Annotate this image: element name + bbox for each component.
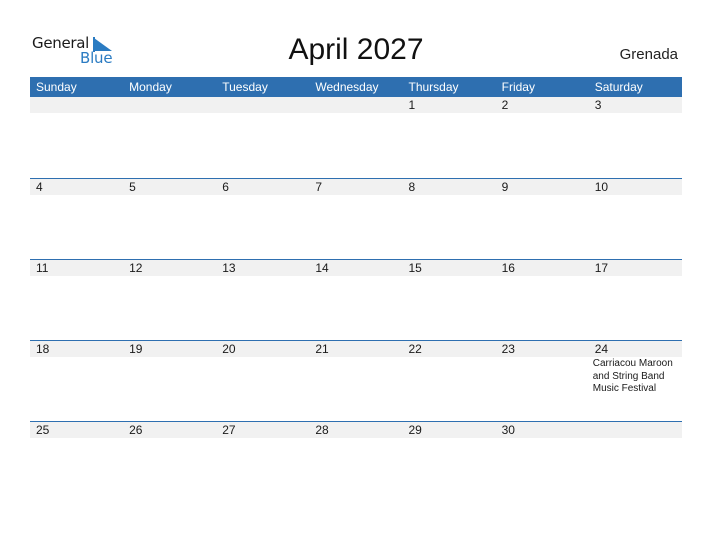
day-number: 5 bbox=[129, 180, 136, 194]
weekday-wednesday: Wednesday bbox=[315, 80, 379, 94]
day-number: 17 bbox=[594, 261, 609, 275]
day-events bbox=[216, 438, 309, 439]
day-number: 9 bbox=[501, 180, 509, 194]
day-events bbox=[309, 357, 402, 396]
day-number: 14 bbox=[315, 261, 329, 275]
day-events bbox=[216, 113, 309, 114]
day-number: 8 bbox=[408, 180, 416, 194]
event-area bbox=[30, 276, 682, 277]
day-number-strip: 18 19 20 21 22 23 24 bbox=[30, 341, 682, 357]
week-row-1: 1 2 3 bbox=[30, 97, 682, 178]
day-events bbox=[123, 438, 216, 439]
day-events bbox=[496, 195, 589, 196]
day-number-strip: 25 26 27 28 29 30 bbox=[30, 422, 682, 438]
day-number: 11 bbox=[36, 261, 49, 275]
day-events bbox=[496, 438, 589, 439]
day-events bbox=[30, 113, 123, 114]
weekday-sunday: Sunday bbox=[36, 80, 77, 94]
day-number: 20 bbox=[222, 342, 236, 356]
day-events bbox=[403, 195, 496, 196]
day-number: 25 bbox=[36, 423, 50, 437]
day-events bbox=[309, 276, 402, 277]
day-number: 4 bbox=[36, 180, 43, 194]
day-number: 19 bbox=[129, 342, 143, 356]
day-events bbox=[30, 195, 123, 196]
day-events bbox=[309, 113, 402, 114]
day-events bbox=[403, 357, 496, 396]
day-number: 21 bbox=[315, 342, 329, 356]
day-number: 16 bbox=[501, 261, 515, 275]
day-number: 30 bbox=[501, 423, 515, 437]
week-row-4: 18 19 20 21 22 23 24 Carriacou Maroon an… bbox=[30, 340, 682, 421]
day-number: 27 bbox=[222, 423, 236, 437]
holiday-event: Carriacou Maroon and String Band Music F… bbox=[592, 358, 673, 394]
day-events bbox=[30, 438, 123, 439]
day-events bbox=[216, 195, 309, 196]
day-events bbox=[496, 113, 589, 114]
day-number bbox=[30, 97, 123, 113]
day-number: 28 bbox=[315, 423, 329, 437]
day-events bbox=[403, 276, 496, 277]
day-events bbox=[30, 357, 123, 396]
day-number: 15 bbox=[408, 261, 422, 275]
day-events bbox=[216, 276, 309, 277]
event-area bbox=[30, 195, 682, 196]
weekday-thursday: Thursday bbox=[408, 80, 459, 94]
event-area: Carriacou Maroon and String Band Music F… bbox=[30, 357, 682, 396]
page-title: April 2027 bbox=[288, 33, 424, 66]
day-number: 7 bbox=[315, 180, 323, 194]
day-events bbox=[309, 195, 402, 196]
day-number bbox=[309, 97, 402, 113]
day-events bbox=[496, 357, 589, 396]
day-events bbox=[309, 438, 402, 439]
week-row-5: 25 26 27 28 29 30 bbox=[30, 421, 682, 502]
day-events bbox=[589, 113, 682, 114]
day-events bbox=[589, 195, 682, 196]
day-number bbox=[589, 422, 682, 438]
event-area bbox=[30, 438, 682, 439]
day-number: 2 bbox=[501, 98, 509, 112]
day-events bbox=[589, 276, 682, 277]
day-number: 10 bbox=[594, 180, 609, 194]
day-number: 12 bbox=[129, 261, 143, 275]
day-number-strip: 11 12 13 14 15 16 17 bbox=[30, 260, 682, 276]
weekday-friday: Friday bbox=[501, 80, 535, 94]
day-number: 23 bbox=[501, 342, 515, 356]
weekday-monday: Monday bbox=[129, 80, 172, 94]
day-number: 26 bbox=[129, 423, 143, 437]
event-area bbox=[30, 113, 682, 114]
day-events bbox=[123, 113, 216, 114]
day-number bbox=[216, 97, 309, 113]
day-events bbox=[496, 276, 589, 277]
country-label: Grenada bbox=[619, 46, 678, 63]
day-number: 13 bbox=[222, 261, 236, 275]
day-events bbox=[123, 276, 216, 277]
day-number bbox=[123, 97, 216, 113]
day-number-strip: 1 2 3 bbox=[30, 97, 682, 113]
calendar-grid: Sunday Monday Tuesday Wednesday Thursday… bbox=[30, 77, 682, 502]
weekday-tuesday: Tuesday bbox=[222, 80, 268, 94]
day-events bbox=[403, 113, 496, 114]
day-number: 6 bbox=[222, 180, 229, 194]
day-events bbox=[216, 357, 309, 396]
weekday-saturday: Saturday bbox=[594, 80, 643, 94]
day-number: 18 bbox=[36, 342, 50, 356]
day-events bbox=[589, 438, 682, 439]
day-number: 24 bbox=[594, 342, 609, 356]
weekday-header: Sunday Monday Tuesday Wednesday Thursday… bbox=[30, 77, 682, 97]
day-events bbox=[123, 195, 216, 196]
day-number: 22 bbox=[408, 342, 422, 356]
day-number: 29 bbox=[408, 423, 422, 437]
week-row-3: 11 12 13 14 15 16 17 bbox=[30, 259, 682, 340]
day-events bbox=[403, 438, 496, 439]
day-number: 3 bbox=[594, 98, 602, 112]
day-events bbox=[123, 357, 216, 396]
day-events bbox=[30, 276, 123, 277]
day-number: 1 bbox=[408, 98, 416, 112]
day-number-strip: 4 5 6 7 8 9 10 bbox=[30, 179, 682, 195]
week-row-2: 4 5 6 7 8 9 10 bbox=[30, 178, 682, 259]
